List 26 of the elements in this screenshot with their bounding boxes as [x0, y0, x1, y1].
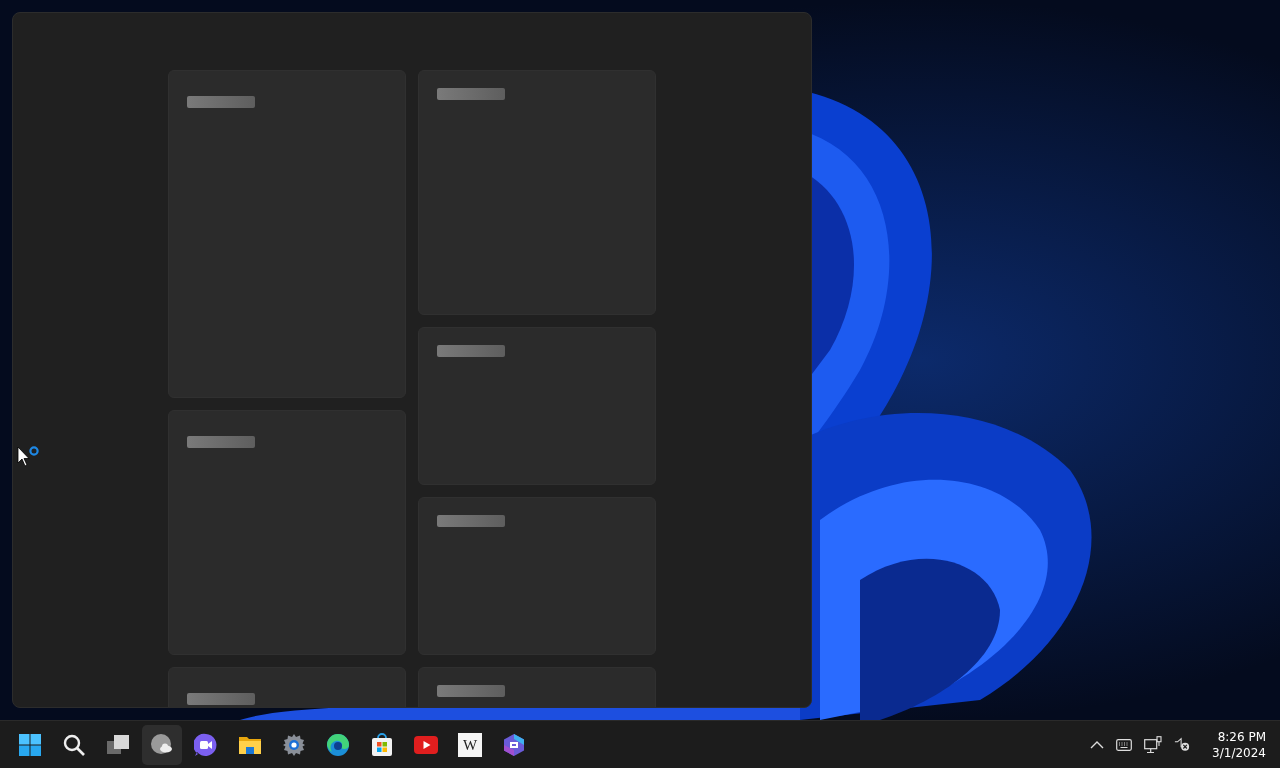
weather-icon [150, 732, 174, 757]
search-icon [62, 732, 86, 757]
clock[interactable]: 8:26 PM 3/1/2024 [1212, 728, 1266, 761]
loading-placeholder [437, 345, 505, 357]
monitor-icon[interactable] [1144, 735, 1163, 754]
clock-time: 8:26 PM [1217, 728, 1266, 745]
loading-placeholder [187, 693, 255, 705]
hexagon-icon [502, 732, 526, 757]
loading-placeholder [437, 685, 505, 697]
speaker-muted-icon[interactable] [1174, 737, 1191, 752]
windows-icon [106, 732, 130, 757]
start-icon [18, 732, 42, 757]
loading-placeholder [437, 88, 505, 100]
wiki-app-icon: W [458, 732, 482, 757]
video-chat-icon [194, 732, 218, 757]
taskbar-app[interactable]: W [450, 724, 490, 765]
taskbar-app[interactable] [142, 724, 182, 765]
loading-placeholder [187, 96, 255, 108]
keyboard-icon[interactable] [1116, 738, 1133, 751]
shopping-bag-icon [370, 732, 394, 757]
clock-date: 3/1/2024 [1212, 744, 1266, 761]
loading-placeholder [437, 515, 505, 527]
chevron-up-icon[interactable] [1090, 740, 1105, 749]
loading-placeholder [187, 436, 255, 448]
browser-icon [326, 732, 350, 757]
gear-icon [282, 732, 306, 757]
